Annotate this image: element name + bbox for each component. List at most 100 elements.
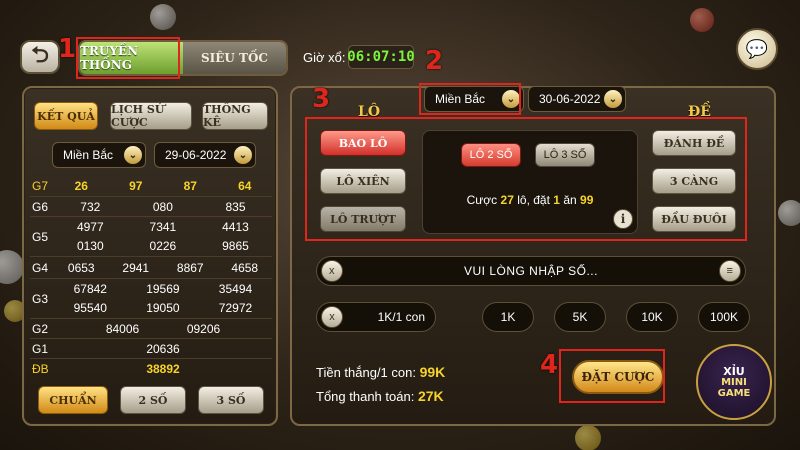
result-number: 7341 — [149, 219, 177, 234]
win-label: Tiền thắng/1 con: — [316, 365, 416, 380]
bet-date-select[interactable]: 30-06-2022 ⌄ — [528, 86, 626, 112]
prize-label: G1 — [32, 341, 49, 356]
result-number: 4413 — [222, 219, 249, 234]
annotation-marker-3: 3 — [312, 84, 331, 114]
statistics-button[interactable]: THỐNG KÊ — [202, 102, 268, 130]
annotation-marker-2: 2 — [425, 46, 444, 76]
chat-button[interactable]: 💬 — [736, 28, 778, 70]
result-number: 95540 — [73, 300, 107, 315]
prize-label: G2 — [32, 321, 49, 336]
chevron-down-icon: ⌄ — [234, 146, 252, 164]
annotation-box-1 — [76, 37, 180, 79]
minigame-line2: GAME — [717, 387, 751, 399]
prize-label: G6 — [32, 199, 49, 214]
result-number: 19569 — [146, 281, 180, 296]
result-row-db: ĐB 38892 — [30, 358, 272, 378]
result-row-g3: G3 67842 19569 35494 95540 19050 72972 — [30, 278, 272, 318]
result-number: 0653 — [67, 260, 95, 275]
result-number: 0226 — [149, 238, 177, 253]
result-row-g7: G7 26 97 87 64 — [30, 176, 272, 196]
chat-icon: 💬 — [745, 38, 769, 59]
total-value: 27K — [417, 388, 444, 404]
chevron-down-icon: ⌄ — [604, 90, 622, 108]
results-table: G7 26 97 87 64 G6 732 080 835 G5 4977 73… — [30, 176, 272, 378]
decorative-ball — [690, 8, 714, 32]
result-number: 19050 — [146, 300, 180, 315]
bet-history-button[interactable]: LỊCH SỬ CƯỢC — [110, 102, 192, 130]
decorative-ball — [0, 250, 24, 284]
chevron-down-icon: ⌄ — [124, 146, 142, 164]
decorative-ball — [575, 425, 601, 450]
total-label: Tổng thanh toán: — [316, 389, 415, 404]
decorative-ball — [778, 200, 800, 226]
number-input[interactable]: x VUI LÒNG NHẬP SỐ... ≡ — [316, 256, 746, 286]
mode-3-so-button[interactable]: 3 SỐ — [198, 386, 264, 414]
total-payment: Tổng thanh toán: 27K — [316, 388, 444, 404]
prize-label: G4 — [32, 260, 49, 275]
result-row-g2: G2 84006 09206 — [30, 318, 272, 338]
back-arrow-icon: ⮌ — [31, 42, 49, 67]
prize-label: G3 — [32, 291, 49, 306]
result-number: 97 — [129, 179, 143, 193]
draw-time-label: Giờ xổ: — [303, 50, 346, 65]
annotation-marker-1: 1 — [58, 34, 77, 64]
result-number: 35494 — [218, 281, 253, 296]
win-per-number: Tiền thắng/1 con: 99K — [316, 364, 445, 380]
result-row-g5: G5 4977 7341 4413 0130 0226 9865 — [30, 216, 272, 256]
result-number: 080 — [152, 199, 173, 214]
result-number: 72972 — [218, 300, 253, 315]
list-icon[interactable]: ≡ — [719, 260, 741, 282]
tab-sieu-toc[interactable]: SIÊU TỐC — [183, 42, 286, 74]
region-select[interactable]: Miền Bắc ⌄ — [52, 142, 146, 168]
result-number: 87 — [183, 179, 197, 193]
date-select-value: 29-06-2022 — [165, 148, 227, 162]
result-number: 0130 — [76, 238, 104, 253]
annotation-box-3 — [305, 117, 747, 241]
prize-label: ĐB — [32, 361, 49, 376]
result-number: 84006 — [105, 321, 140, 336]
bet-date-value: 30-06-2022 — [539, 92, 601, 106]
minigame-line1: MINI — [721, 376, 747, 388]
annotation-box-2 — [419, 83, 521, 115]
date-select[interactable]: 29-06-2022 ⌄ — [154, 142, 256, 168]
annotation-marker-4: 4 — [540, 350, 559, 380]
result-number: 20636 — [146, 341, 180, 356]
number-input-placeholder: VUI LÒNG NHẬP SỐ... — [464, 264, 598, 278]
region-select-value: Miền Bắc — [63, 148, 114, 162]
result-row-g4: G4 0653 2941 8867 4658 — [30, 256, 272, 278]
decorative-ball — [150, 4, 176, 30]
result-row-g1: G1 20636 — [30, 338, 272, 358]
mode-2-so-button[interactable]: 2 SỐ — [120, 386, 186, 414]
result-number: 9865 — [222, 238, 249, 253]
result-number: 835 — [225, 199, 246, 214]
annotation-box-4 — [559, 349, 665, 403]
win-value: 99K — [419, 364, 446, 380]
clear-icon[interactable]: x — [321, 306, 343, 328]
result-number: 09206 — [186, 321, 221, 336]
result-number: 8867 — [176, 260, 204, 275]
back-button[interactable]: ⮌ — [20, 40, 60, 74]
results-panel: KẾT QUẢ LỊCH SỬ CƯỢC THỐNG KÊ Miền Bắc ⌄… — [22, 86, 278, 426]
unit-amount-field[interactable]: x 1K/1 con — [316, 302, 436, 332]
result-number: 67842 — [73, 281, 107, 296]
prize-label: G7 — [32, 179, 49, 193]
result-number: 38892 — [146, 361, 180, 376]
result-number: 4977 — [76, 219, 104, 234]
mode-chuan-button[interactable]: CHUẨN — [38, 386, 108, 414]
prize-label: G5 — [32, 229, 49, 244]
chip-1k[interactable]: 1K — [482, 302, 534, 332]
chip-100k[interactable]: 100K — [698, 302, 750, 332]
clear-icon[interactable]: x — [321, 260, 343, 282]
result-number: 26 — [74, 179, 88, 193]
minigame-top-label: XỈU — [723, 364, 745, 378]
chip-5k[interactable]: 5K — [554, 302, 606, 332]
result-number: 4658 — [231, 260, 259, 275]
mini-game-button[interactable]: XỈU MINI GAME — [696, 344, 772, 420]
result-number: 732 — [80, 199, 101, 214]
draw-time-countdown: 06:07:10 — [347, 45, 415, 69]
result-number: 2941 — [122, 260, 150, 275]
result-number: 64 — [238, 179, 252, 193]
result-row-g6: G6 732 080 835 — [30, 196, 272, 216]
results-button[interactable]: KẾT QUẢ — [34, 102, 98, 130]
chip-10k[interactable]: 10K — [626, 302, 678, 332]
